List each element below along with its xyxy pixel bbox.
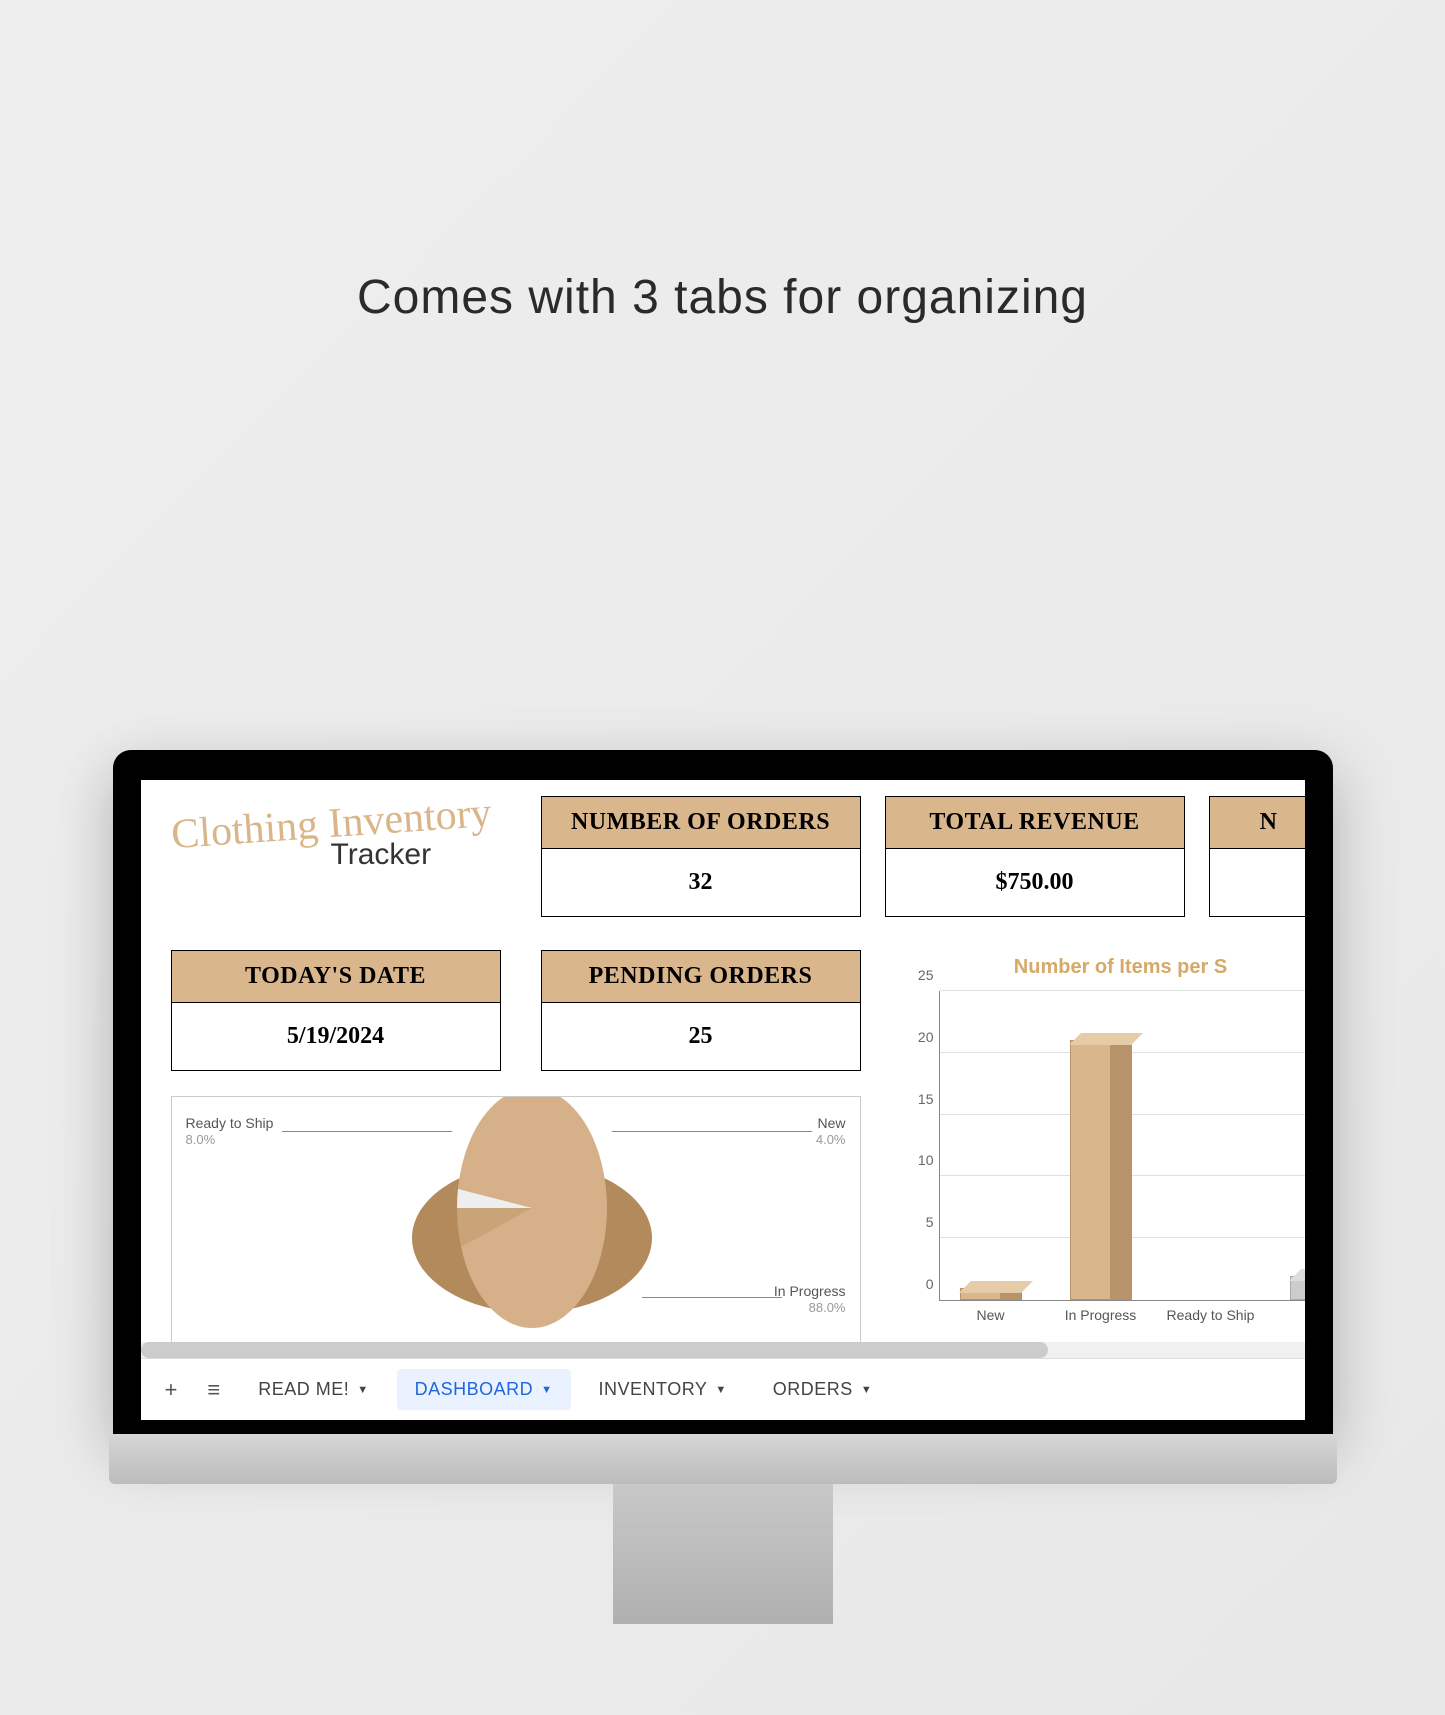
stat-label: PENDING ORDERS: [542, 951, 860, 1003]
bar-chart-plot: 0 5 10 15 20 25: [939, 991, 1305, 1301]
stat-value: [1210, 849, 1305, 916]
tab-label: READ ME!: [258, 1379, 349, 1400]
dashboard-sheet: Clothing Inventory Tracker NUMBER OF ORD…: [141, 780, 1305, 1358]
x-category: Ready to Ship: [1161, 1307, 1261, 1323]
pie-chart: [412, 1133, 652, 1352]
stat-number-of-orders: NUMBER OF ORDERS 32: [541, 796, 861, 917]
chevron-down-icon: ▼: [541, 1384, 552, 1396]
y-tick: 15: [904, 1091, 934, 1107]
chevron-down-icon: ▼: [861, 1384, 872, 1396]
sheet-tab-bar: + ≡ READ ME! ▼ DASHBOARD ▼ INVENTORY ▼ O…: [141, 1358, 1305, 1420]
pie-slice-label-inprogress: In Progress 88.0%: [774, 1283, 846, 1315]
logo: Clothing Inventory Tracker: [171, 806, 511, 872]
stat-label: TODAY'S DATE: [172, 951, 500, 1003]
pie-leader-line: [282, 1131, 452, 1132]
y-tick: 25: [904, 967, 934, 983]
stat-value: $750.00: [886, 849, 1184, 916]
monitor-stand: [613, 1484, 833, 1624]
pie-slice-label-ready: Ready to Ship 8.0%: [186, 1115, 274, 1147]
chevron-down-icon: ▼: [357, 1384, 368, 1396]
screen: Clothing Inventory Tracker NUMBER OF ORD…: [141, 780, 1305, 1420]
stat-value: 32: [542, 849, 860, 916]
pie-slice-label-new: New 4.0%: [816, 1115, 846, 1147]
monitor-chin: [109, 1434, 1337, 1484]
stats-row-2: TODAY'S DATE 5/19/2024 PENDING ORDERS 25: [171, 950, 861, 1071]
all-sheets-button[interactable]: ≡: [197, 1371, 230, 1409]
add-sheet-button[interactable]: +: [155, 1371, 188, 1409]
y-tick: 10: [904, 1152, 934, 1168]
stat-label: TOTAL REVENUE: [886, 797, 1184, 849]
y-tick: 0: [904, 1276, 934, 1292]
stats-row-1: NUMBER OF ORDERS 32 TOTAL REVENUE $750.0…: [541, 796, 1305, 917]
stat-label: NUMBER OF ORDERS: [542, 797, 860, 849]
pie-leader-line: [612, 1131, 812, 1132]
stat-value: 5/19/2024: [172, 1003, 500, 1070]
bar-chart-panel: Number of Items per S 0 5 10 15 20 25: [891, 950, 1305, 1350]
tab-orders[interactable]: ORDERS ▼: [755, 1369, 890, 1410]
stat-total-revenue: TOTAL REVENUE $750.00: [885, 796, 1185, 917]
horizontal-scrollbar[interactable]: [141, 1342, 1305, 1358]
y-tick: 5: [904, 1214, 934, 1230]
y-tick: 20: [904, 1029, 934, 1045]
stat-label: N: [1210, 797, 1305, 849]
bar-chart-title: Number of Items per S: [891, 950, 1305, 991]
tab-label: INVENTORY: [599, 1379, 708, 1400]
stat-pending-orders: PENDING ORDERS 25: [541, 950, 861, 1071]
tab-read-me[interactable]: READ ME! ▼: [240, 1369, 386, 1410]
monitor-mockup: Clothing Inventory Tracker NUMBER OF ORD…: [113, 750, 1333, 1624]
tab-dashboard[interactable]: DASHBOARD ▼: [397, 1369, 571, 1410]
tab-label: DASHBOARD: [415, 1379, 534, 1400]
tab-label: ORDERS: [773, 1379, 853, 1400]
pie-chart-panel: Ready to Ship 8.0% New 4.0% In Progress …: [171, 1096, 861, 1352]
chevron-down-icon: ▼: [715, 1384, 726, 1396]
pie-leader-line: [642, 1297, 782, 1298]
marketing-headline: Comes with 3 tabs for organizing: [0, 270, 1445, 325]
x-category: New: [976, 1307, 1004, 1323]
stat-partial-cutoff: N: [1209, 796, 1305, 917]
scrollbar-thumb[interactable]: [141, 1342, 1049, 1358]
monitor-bezel: Clothing Inventory Tracker NUMBER OF ORD…: [113, 750, 1333, 1434]
stat-todays-date: TODAY'S DATE 5/19/2024: [171, 950, 501, 1071]
stat-value: 25: [542, 1003, 860, 1070]
x-category: In Progress: [1065, 1307, 1137, 1323]
tab-inventory[interactable]: INVENTORY ▼: [581, 1369, 745, 1410]
